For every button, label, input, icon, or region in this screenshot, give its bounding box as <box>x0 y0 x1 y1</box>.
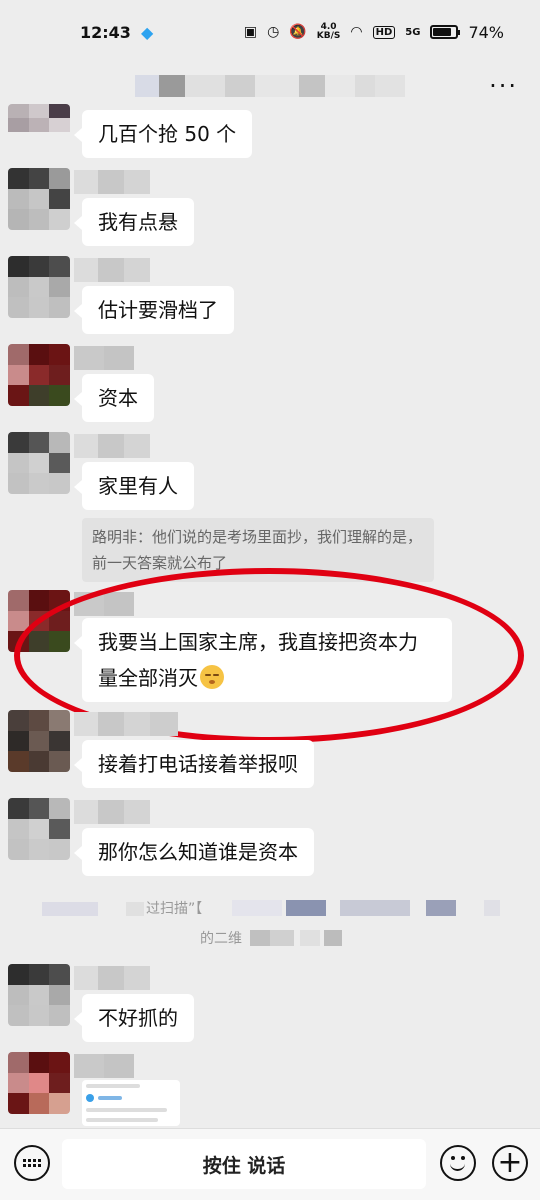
sender-name-pixelated <box>74 258 150 282</box>
avatar[interactable] <box>8 1052 70 1114</box>
nfc-icon: ▣ <box>243 24 258 40</box>
sender-name-pixelated <box>74 434 150 458</box>
battery-icon <box>430 25 461 39</box>
status-bar: 12:43 ◆ ▣ ◷ 🔕 4.0 KB/S ◠ HD 5G 74% <box>0 0 540 64</box>
input-bar: 按住 说话 + <box>0 1128 540 1200</box>
message-text: 那你怎么知道谁是资本 <box>98 840 298 864</box>
network-speed-unit: KB/S <box>316 31 341 41</box>
app-logo-icon <box>86 1094 94 1102</box>
message-text: 不好抓的 <box>98 1006 178 1030</box>
plus-icon: + <box>497 1145 523 1180</box>
emoji-button[interactable] <box>440 1145 476 1181</box>
chat-title-bar: ··· <box>0 64 540 108</box>
keyboard-icon <box>23 1159 41 1167</box>
message-text: 估计要滑档了 <box>98 298 218 322</box>
avatar[interactable] <box>8 964 70 1026</box>
avatar[interactable] <box>8 798 70 860</box>
message-bubble[interactable]: 估计要滑档了 <box>74 286 234 334</box>
sleepy-face-emoji-icon <box>200 665 224 689</box>
hd-icon: HD <box>372 25 396 39</box>
status-icons: ▣ ◷ 🔕 4.0 KB/S ◠ HD 5G 74% <box>244 23 504 42</box>
avatar[interactable] <box>8 104 70 146</box>
smiley-icon <box>450 1161 465 1171</box>
message-text: 我要当上国家主席，我直接把资本力量全部消灭 <box>98 630 418 690</box>
avatar[interactable] <box>8 432 70 494</box>
message-text: 几百个抢 50 个 <box>98 122 237 146</box>
message-bubble[interactable]: 不好抓的 <box>74 994 194 1042</box>
status-time: 12:43 <box>80 22 131 42</box>
sender-name-pixelated <box>74 1054 134 1078</box>
avatar[interactable] <box>8 256 70 318</box>
sender-name-pixelated <box>74 712 178 736</box>
qq-icon: ◆ <box>140 22 154 42</box>
mute-icon: 🔕 <box>289 24 307 40</box>
message-text: 接着打电话接着举报呗 <box>98 752 298 776</box>
quoted-message[interactable]: 路明非：他们说的是考场里面抄，我们理解的是，前一天答案就公布了 <box>82 518 434 582</box>
sender-name-pixelated <box>74 346 134 370</box>
keyboard-toggle-button[interactable] <box>14 1145 50 1181</box>
message-text: 资本 <box>98 386 138 410</box>
more-functions-button[interactable]: + <box>492 1145 528 1181</box>
chat-title-pixelated <box>135 75 405 97</box>
hold-to-talk-button[interactable]: 按住 说话 <box>62 1139 426 1189</box>
quoted-message-text: 路明非：他们说的是考场里面抄，我们理解的是，前一天答案就公布了 <box>92 528 423 572</box>
sender-name-pixelated <box>74 966 150 990</box>
system-message-fragment: 的二维 <box>200 931 242 947</box>
message-text: 我有点悬 <box>98 210 178 234</box>
message-text: 家里有人 <box>98 474 178 498</box>
message-bubble[interactable]: 资本 <box>74 374 154 422</box>
wifi-icon: ◠ <box>350 24 363 40</box>
image-message-thumbnail[interactable] <box>82 1080 180 1126</box>
message-bubble[interactable]: 接着打电话接着举报呗 <box>74 740 314 788</box>
avatar[interactable] <box>8 344 70 406</box>
avatar[interactable] <box>8 590 70 652</box>
message-bubble[interactable]: 我有点悬 <box>74 198 194 246</box>
avatar[interactable] <box>8 710 70 772</box>
message-bubble[interactable]: 家里有人 <box>74 462 194 510</box>
network-speed: 4.0 KB/S <box>317 23 341 41</box>
message-bubble[interactable]: 几百个抢 50 个 <box>73 110 253 158</box>
signal-icon: 5G <box>405 26 421 38</box>
sender-name-pixelated <box>74 170 150 194</box>
message-bubble[interactable]: 那你怎么知道谁是资本 <box>74 828 314 876</box>
message-bubble[interactable]: 我要当上国家主席，我直接把资本力量全部消灭 <box>74 618 452 702</box>
avatar[interactable] <box>8 168 70 230</box>
more-options-icon[interactable]: ··· <box>489 72 518 100</box>
sender-name-pixelated <box>74 592 134 616</box>
alarm-icon: ◷ <box>267 24 280 40</box>
battery-percent: 74% <box>468 22 504 42</box>
system-message: 过扫描”【 的二维 <box>0 898 540 954</box>
system-message-fragment: 过扫描”【 <box>146 901 203 917</box>
sender-name-pixelated <box>74 800 150 824</box>
